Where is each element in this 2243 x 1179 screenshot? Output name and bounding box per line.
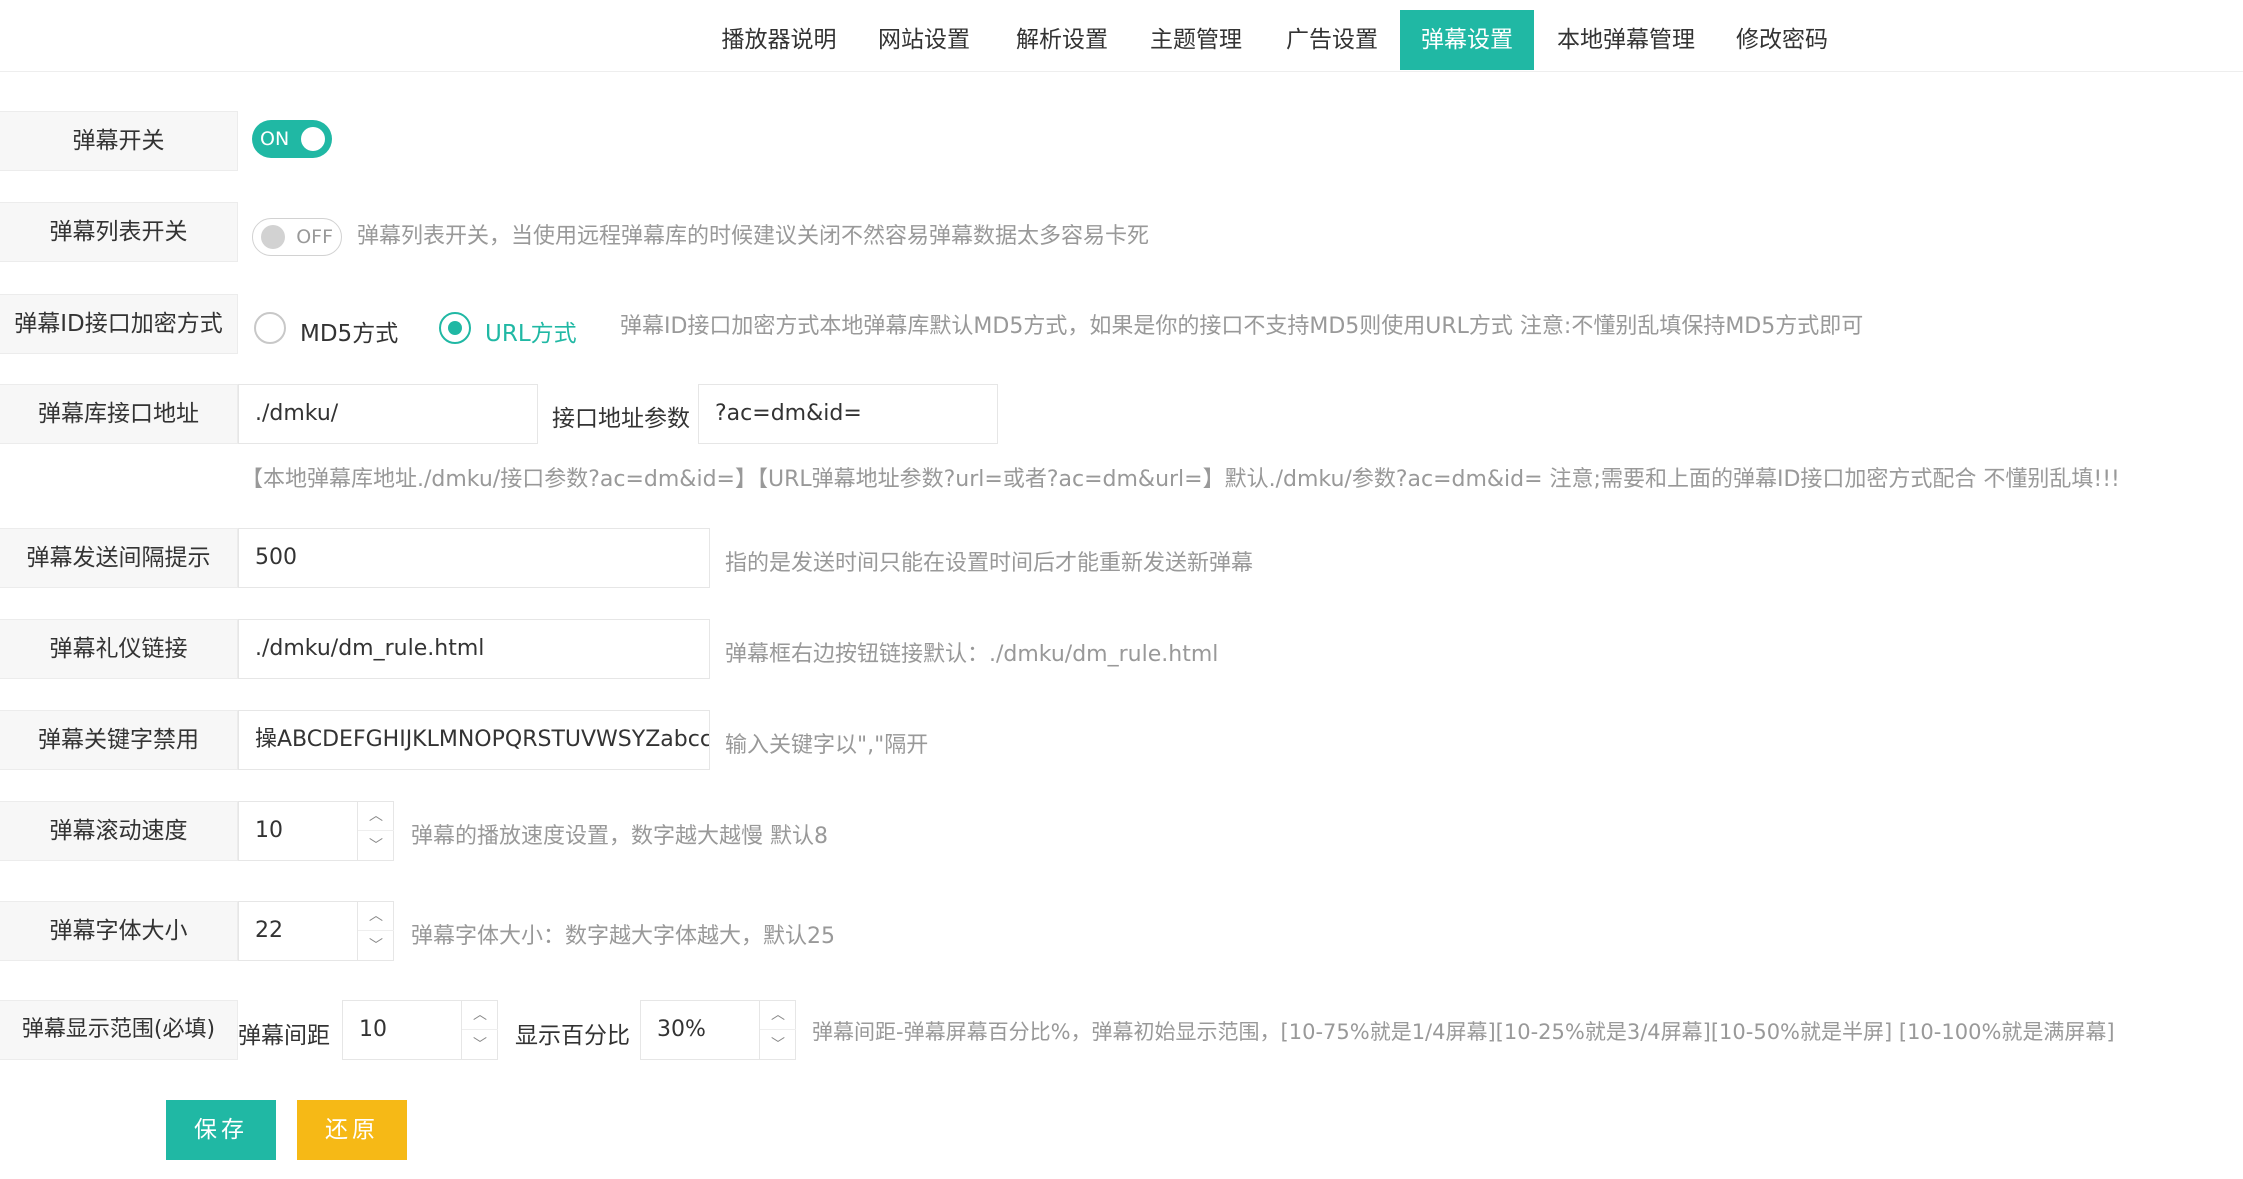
danmu-switch-state: ON: [260, 128, 290, 150]
radio-md5[interactable]: [254, 312, 286, 344]
rule-link-hint: 弹幕框右边按钮链接默认：./dmku/dm_rule.html: [725, 642, 1219, 667]
tab-ad-settings[interactable]: 广告设置: [1270, 10, 1394, 70]
speed-stepper: ︿ ﹀: [358, 801, 394, 861]
tab-parse-settings[interactable]: 解析设置: [1000, 10, 1124, 70]
chevron-down-icon[interactable]: ﹀: [760, 1031, 796, 1060]
tab-theme-management[interactable]: 主题管理: [1134, 10, 1258, 70]
chevron-down-icon[interactable]: ﹀: [358, 832, 394, 861]
font-size-label: 弹幕字体大小: [0, 901, 238, 961]
encrypt-hint: 弹幕ID接口加密方式本地弹幕库默认MD5方式，如果是你的接口不支持MD5则使用U…: [620, 314, 1864, 339]
font-size-stepper: ︿ ﹀: [358, 901, 394, 961]
tab-site-settings[interactable]: 网站设置: [862, 10, 986, 70]
range-percent-stepper: ︿ ﹀: [760, 1000, 796, 1060]
top-tab-bar: 播放器说明 网站设置 解析设置 主题管理 广告设置 弹幕设置 本地弹幕管理 修改…: [0, 0, 2243, 72]
list-switch-state: OFF: [296, 226, 333, 248]
tab-local-danmu-management[interactable]: 本地弹幕管理: [1546, 10, 1706, 70]
chevron-down-icon[interactable]: ﹀: [462, 1031, 498, 1060]
switch-knob-icon: [301, 127, 325, 151]
tab-change-password[interactable]: 修改密码: [1720, 10, 1844, 70]
range-label: 弹幕显示范围(必填): [0, 1000, 238, 1060]
tab-player-info[interactable]: 播放器说明: [706, 10, 852, 70]
save-button[interactable]: 保存: [166, 1100, 276, 1160]
keywords-hint: 输入关键字以","隔开: [725, 733, 929, 758]
speed-label: 弹幕滚动速度: [0, 801, 238, 861]
range-hint: 弹幕间距-弹幕屏幕百分比%，弹幕初始显示范围，[10-75%就是1/4屏幕][1…: [812, 1020, 2115, 1044]
chevron-up-icon[interactable]: ︿: [462, 1001, 498, 1030]
speed-input[interactable]: 10: [238, 801, 358, 861]
switch-knob-icon: [261, 225, 285, 249]
api-param-label: 接口地址参数: [552, 406, 690, 432]
chevron-up-icon[interactable]: ︿: [358, 802, 394, 831]
range-percent-label: 显示百分比: [515, 1023, 630, 1049]
tab-danmu-settings[interactable]: 弹幕设置: [1400, 10, 1534, 70]
speed-hint: 弹幕的播放速度设置，数字越大越慢 默认8: [411, 824, 828, 849]
range-gap-input[interactable]: 10: [342, 1000, 462, 1060]
api-url-input[interactable]: ./dmku/: [238, 384, 538, 444]
keywords-input[interactable]: 操ABCDEFGHIJKLMNOPQRSTUVWSYZabcc: [238, 710, 710, 770]
radio-url-label[interactable]: URL方式: [485, 314, 577, 348]
font-size-hint: 弹幕字体大小：数字越大字体越大，默认25: [411, 924, 835, 949]
chevron-up-icon[interactable]: ︿: [358, 902, 394, 931]
rule-link-input[interactable]: ./dmku/dm_rule.html: [238, 619, 710, 679]
encrypt-label: 弹幕ID接口加密方式: [0, 294, 238, 354]
danmu-switch-label: 弹幕开关: [0, 111, 238, 171]
range-percent-input[interactable]: 30%: [640, 1000, 760, 1060]
danmu-switch-toggle[interactable]: ON: [252, 120, 332, 158]
keywords-label: 弹幕关键字禁用: [0, 710, 238, 770]
range-gap-label: 弹幕间距: [238, 1023, 330, 1049]
api-hint: 【本地弹幕库地址./dmku/接口参数?ac=dm&id=】【URL弹幕地址参数…: [241, 467, 2120, 492]
radio-url[interactable]: [439, 312, 471, 344]
list-switch-hint: 弹幕列表开关，当使用远程弹幕库的时候建议关闭不然容易弹幕数据太多容易卡死: [357, 224, 1150, 249]
interval-label: 弹幕发送间隔提示: [0, 528, 238, 588]
api-param-input[interactable]: ?ac=dm&id=: [698, 384, 998, 444]
range-gap-stepper: ︿ ﹀: [462, 1000, 498, 1060]
api-label: 弹幕库接口地址: [0, 384, 238, 444]
list-switch-toggle[interactable]: OFF: [252, 218, 342, 256]
reset-button[interactable]: 还原: [297, 1100, 407, 1160]
font-size-input[interactable]: 22: [238, 901, 358, 961]
chevron-up-icon[interactable]: ︿: [760, 1001, 796, 1030]
rule-link-label: 弹幕礼仪链接: [0, 619, 238, 679]
list-switch-label: 弹幕列表开关: [0, 202, 238, 262]
interval-hint: 指的是发送时间只能在设置时间后才能重新发送新弹幕: [725, 551, 1254, 576]
radio-md5-label[interactable]: MD5方式: [300, 314, 398, 348]
chevron-down-icon[interactable]: ﹀: [358, 932, 394, 961]
interval-input[interactable]: 500: [238, 528, 710, 588]
